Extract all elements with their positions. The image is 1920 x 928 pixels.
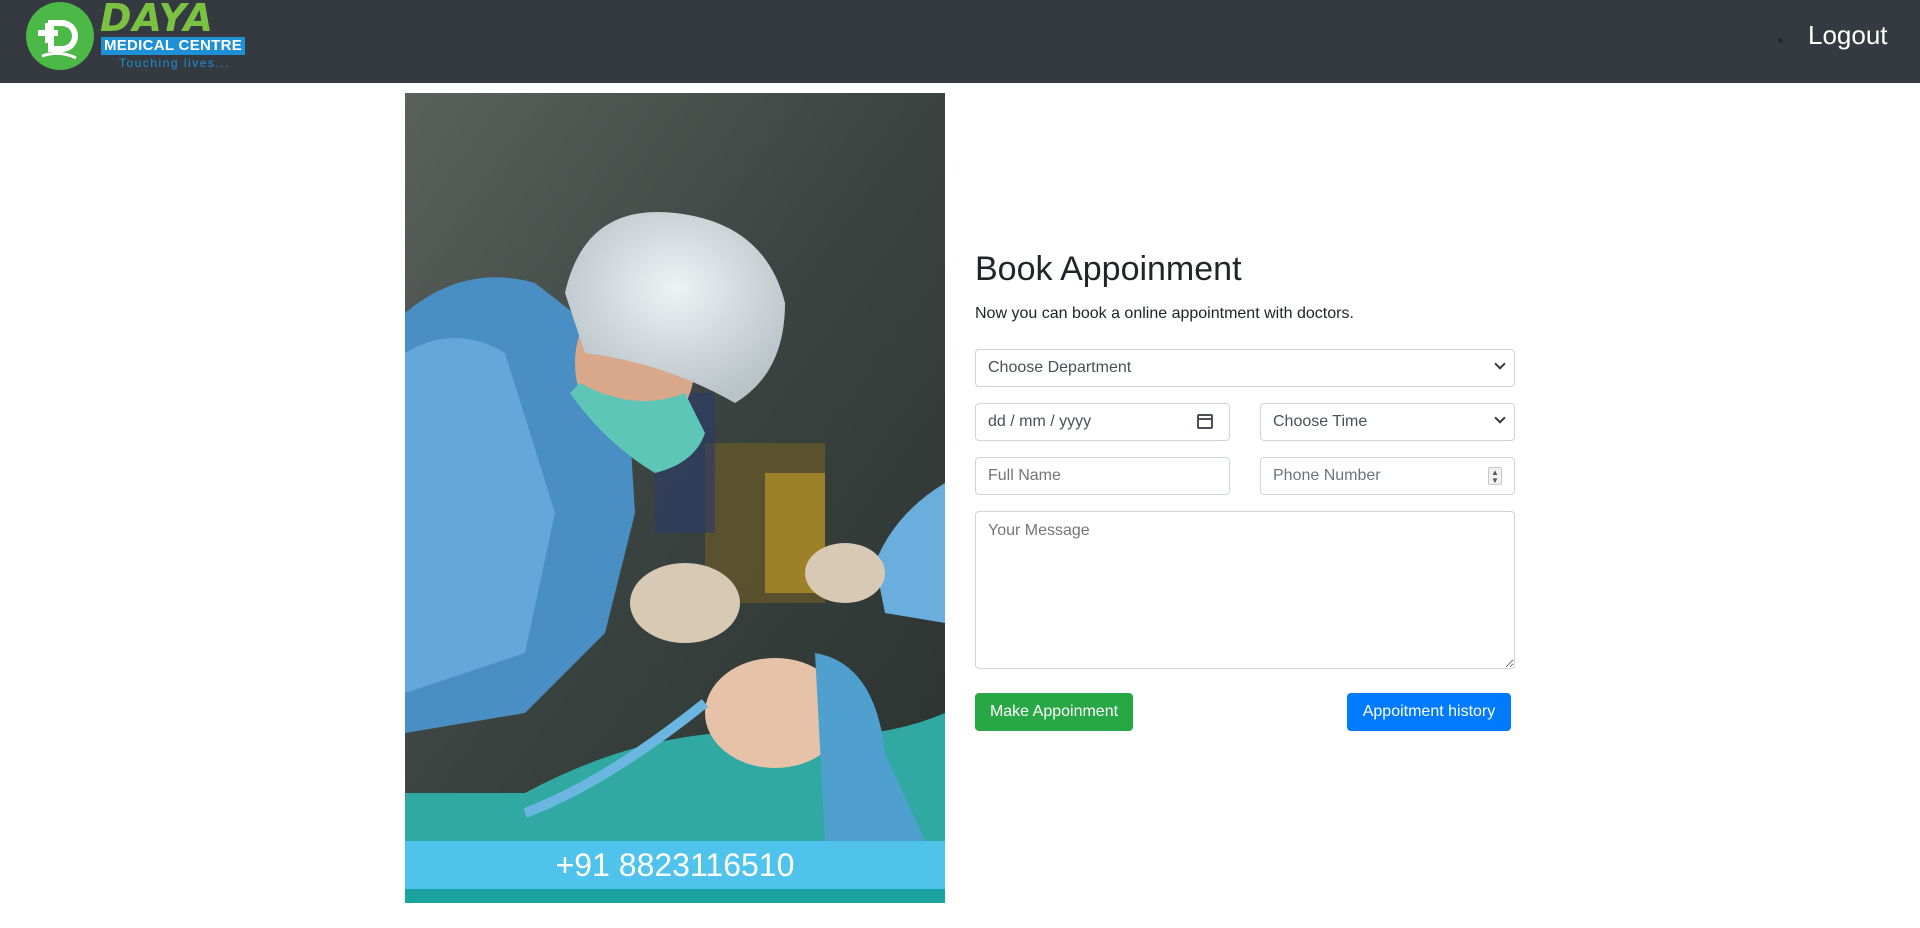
phone-banner: +91 8823116510 bbox=[405, 841, 945, 889]
navbar: DAYA MEDICAL CENTRE Touching lives... Lo… bbox=[0, 0, 1920, 83]
chevron-down-icon bbox=[1494, 358, 1506, 370]
time-select[interactable]: Choose Time bbox=[1260, 403, 1515, 441]
date-placeholder: dd / mm / yyyy bbox=[988, 413, 1092, 430]
logout-link[interactable]: Logout bbox=[1808, 20, 1888, 51]
message-textarea[interactable] bbox=[975, 511, 1515, 669]
form-subtitle: Now you can book a online appointment wi… bbox=[975, 305, 1354, 322]
logo-banner: MEDICAL CENTRE bbox=[101, 37, 245, 55]
date-input[interactable]: dd / mm / yyyy bbox=[975, 403, 1230, 441]
hero-photo: +91 8823116510 bbox=[405, 93, 945, 903]
time-selected-value: Choose Time bbox=[1273, 413, 1368, 430]
logo-emblem-icon bbox=[26, 2, 94, 70]
calendar-icon[interactable] bbox=[1197, 414, 1213, 429]
logo-wordmark: DAYA bbox=[100, 0, 214, 40]
department-select[interactable]: Choose Department bbox=[975, 349, 1515, 387]
make-appointment-button[interactable]: Make Appoinment bbox=[975, 693, 1133, 731]
nav-bullet-icon bbox=[1778, 38, 1783, 43]
number-spinner-icon[interactable]: ▲ ▼ bbox=[1488, 467, 1502, 485]
photo-bottom-strip bbox=[405, 889, 945, 903]
appointment-history-button[interactable]: Appoitment history bbox=[1347, 693, 1511, 731]
phone-placeholder: Phone Number bbox=[1273, 467, 1381, 484]
chevron-down-icon bbox=[1494, 412, 1506, 424]
form-title: Book Appoinment bbox=[975, 250, 1242, 288]
site-logo[interactable]: DAYA MEDICAL CENTRE Touching lives... bbox=[24, 0, 254, 76]
logo-tagline: Touching lives... bbox=[119, 56, 230, 70]
surgery-image bbox=[405, 93, 945, 841]
full-name-input[interactable] bbox=[975, 457, 1230, 495]
phone-number-input[interactable]: Phone Number ▲ ▼ bbox=[1260, 457, 1515, 495]
department-selected-value: Choose Department bbox=[988, 359, 1132, 376]
